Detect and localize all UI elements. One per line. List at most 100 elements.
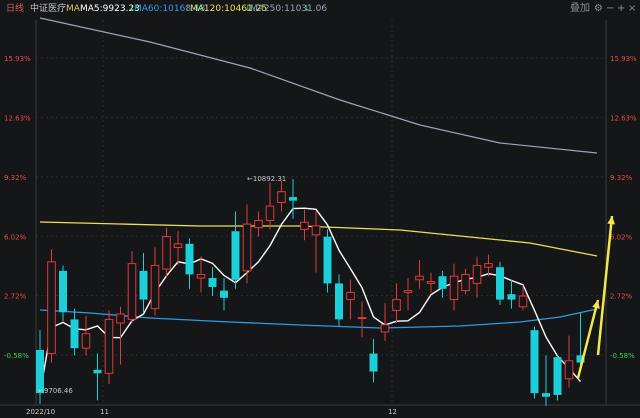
candle-body <box>369 353 378 372</box>
y-tick-label-right: 12.63% <box>610 114 637 122</box>
x-axis: 2022/10 11 12 <box>26 408 397 416</box>
candle[interactable] <box>70 308 79 356</box>
candle[interactable] <box>380 303 390 341</box>
candle-body <box>346 291 355 301</box>
candle[interactable] <box>173 231 183 266</box>
y-tick-label-left: 9.32% <box>4 174 27 182</box>
annotations: ←10892.31 ←9706.46 <box>38 175 286 395</box>
candle[interactable] <box>93 353 102 401</box>
candle-body <box>507 294 516 300</box>
ma250-value: MA250:11031.06 <box>250 4 328 14</box>
plus-icon[interactable]: + <box>617 0 625 18</box>
candle[interactable] <box>496 261 504 305</box>
candle[interactable] <box>518 285 528 311</box>
ma-label[interactable]: MA <box>66 0 80 18</box>
candle[interactable] <box>553 355 562 401</box>
candlestick-chart[interactable]: 15.93% 12.63% 9.32% 6.02% 2.72% -0.58% 15.93%… <box>0 0 640 418</box>
candle[interactable] <box>335 274 343 327</box>
candle[interactable] <box>150 247 160 316</box>
candle[interactable] <box>311 211 321 273</box>
candle-body <box>265 205 275 221</box>
candle[interactable] <box>542 355 550 406</box>
candle-body <box>220 290 228 298</box>
minus-icon[interactable]: − <box>606 0 614 18</box>
candle-body <box>162 236 171 270</box>
candle-body <box>553 357 562 395</box>
candle[interactable] <box>162 227 171 279</box>
index-name: 中证医疗 <box>30 4 67 14</box>
low-price-label: ←9706.46 <box>38 387 73 395</box>
candle-body <box>484 263 493 268</box>
grid-lines <box>0 20 640 406</box>
candle[interactable] <box>415 260 424 289</box>
candle[interactable] <box>208 267 217 296</box>
candle-body <box>59 270 67 313</box>
candle-body <box>518 295 528 308</box>
candle[interactable] <box>357 301 367 338</box>
candle-body <box>196 273 206 279</box>
candle-body <box>150 264 160 310</box>
candle[interactable] <box>265 182 275 230</box>
candle-body <box>438 276 447 289</box>
high-price-label: ←10892.31 <box>247 175 286 183</box>
candle[interactable] <box>507 279 516 309</box>
candle[interactable] <box>564 335 574 388</box>
candle[interactable] <box>449 263 459 311</box>
candle-body <box>116 313 125 324</box>
close-icon[interactable]: × <box>628 0 636 18</box>
candle[interactable] <box>484 254 493 277</box>
candle-body <box>461 273 470 292</box>
y-tick-label-left: -0.58% <box>4 352 29 360</box>
candle[interactable] <box>47 249 56 363</box>
candle[interactable] <box>300 209 309 241</box>
gear-icon[interactable]: ⚙ <box>594 0 603 18</box>
moving-average-lines <box>39 17 598 394</box>
candle[interactable] <box>346 279 355 320</box>
y-tick-label-right: 6.02% <box>610 233 633 241</box>
candle[interactable] <box>369 339 378 383</box>
candle[interactable] <box>185 238 194 289</box>
candle[interactable] <box>59 265 67 322</box>
candle-body <box>564 360 574 380</box>
candle[interactable] <box>426 272 436 293</box>
candle-body <box>449 275 459 301</box>
candle-body <box>231 231 240 280</box>
candles[interactable] <box>36 179 585 406</box>
candle-body <box>415 275 424 281</box>
candle[interactable] <box>392 283 401 323</box>
y-tick-label-right: 9.32% <box>610 174 633 182</box>
candle[interactable] <box>472 256 482 298</box>
candle[interactable] <box>127 251 137 323</box>
candle-body <box>70 319 79 349</box>
candle-body <box>530 330 539 394</box>
ma250-line <box>39 17 598 154</box>
candle-body <box>81 333 91 349</box>
candle[interactable] <box>277 180 286 212</box>
candle[interactable] <box>530 326 539 399</box>
candle[interactable] <box>438 270 447 298</box>
y-tick-label-right: 2.72% <box>610 293 633 301</box>
candle[interactable] <box>323 229 332 293</box>
candle[interactable] <box>116 306 125 365</box>
candle-body <box>104 318 114 374</box>
candle[interactable] <box>81 315 91 356</box>
candle[interactable] <box>196 256 206 293</box>
period-label[interactable]: 日线 <box>6 0 24 18</box>
candle[interactable] <box>104 310 114 385</box>
candle[interactable] <box>139 252 148 313</box>
candle[interactable] <box>242 204 252 284</box>
overlay-button[interactable]: 叠加 <box>570 0 590 18</box>
y-axis-labels-right: 15.93% 12.63% 9.32% 6.02% 2.72% -0.58% <box>610 55 637 360</box>
candle[interactable] <box>461 269 470 295</box>
candle-body <box>173 243 183 248</box>
candle[interactable] <box>231 211 240 289</box>
y-tick-label-left: 2.72% <box>4 293 27 301</box>
x-tick-label: 2022/10 <box>26 408 55 416</box>
y-tick-label-right: 15.93% <box>610 55 637 63</box>
arrow-tall-shaft <box>596 215 614 356</box>
candle[interactable] <box>220 278 228 311</box>
candle-body <box>392 299 401 311</box>
candle[interactable] <box>403 278 413 311</box>
candle[interactable] <box>254 211 263 237</box>
candle-body <box>139 270 148 300</box>
